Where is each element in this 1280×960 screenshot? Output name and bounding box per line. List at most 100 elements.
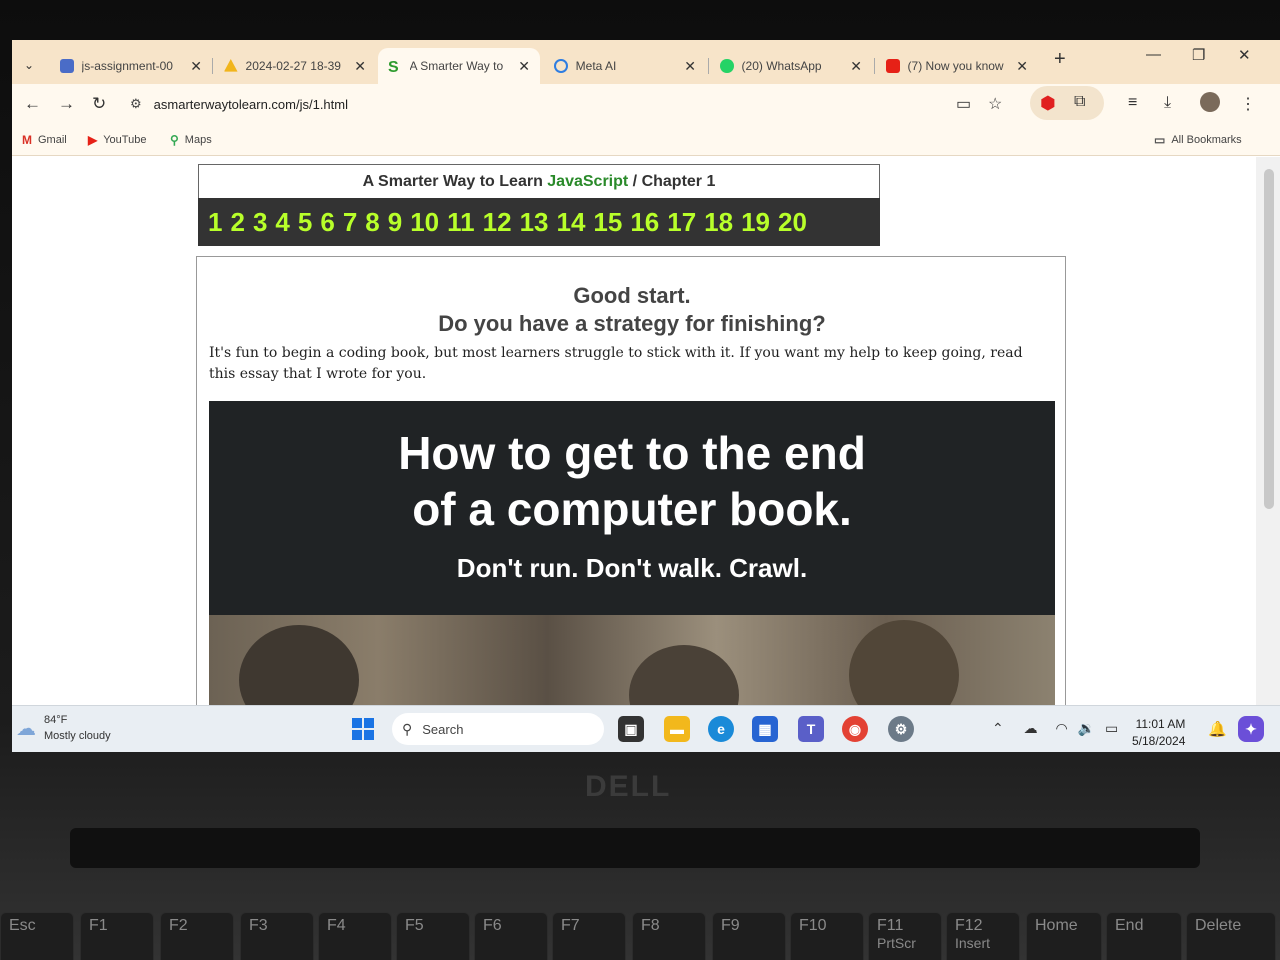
book-title-js: JavaScript xyxy=(547,173,629,190)
banner-subtitle: Don't run. Don't walk. Crawl. xyxy=(456,553,808,583)
key-sublabel: Insert xyxy=(955,935,991,951)
key-f10: F10 xyxy=(790,912,864,960)
key-f11: F11 PrtScr xyxy=(868,912,942,960)
system-tray[interactable]: ⌃ ☁ ◠ 🔉 ▭ xyxy=(992,720,1118,737)
new-tab-button[interactable]: + xyxy=(1054,48,1066,71)
chapter-link[interactable]: 9 xyxy=(388,207,402,238)
chapter-link[interactable]: 15 xyxy=(593,207,622,238)
chapter-link[interactable]: 5 xyxy=(298,207,312,238)
dell-logo: DELL xyxy=(585,770,672,803)
chapter-link[interactable]: 13 xyxy=(520,207,549,238)
close-icon[interactable]: ✕ xyxy=(684,58,696,75)
laptop-photo: ⌄ js-assignment-00 ✕ 2024-02-27 18-39 ✕ … xyxy=(0,0,1280,960)
store-icon[interactable]: ▦ xyxy=(752,716,778,742)
chapter-link[interactable]: 12 xyxy=(483,207,512,238)
onedrive-icon[interactable]: ☁ xyxy=(1024,720,1038,736)
tab-meta-ai[interactable]: Meta AI ✕ xyxy=(544,48,706,84)
volume-icon[interactable]: 🔉 xyxy=(1078,720,1095,736)
tab-js-assignment[interactable]: js-assignment-00 ✕ xyxy=(50,48,212,84)
chapter-link[interactable]: 10 xyxy=(410,207,439,238)
chapter-link[interactable]: 6 xyxy=(320,207,334,238)
back-button[interactable]: ← xyxy=(24,94,41,114)
bookmark-youtube[interactable]: ▶ YouTube xyxy=(88,133,146,147)
close-icon[interactable]: ✕ xyxy=(190,58,202,75)
extensions-puzzle-icon[interactable]: ⧉ xyxy=(1074,93,1085,111)
chapter-link[interactable]: 3 xyxy=(253,207,267,238)
taskbar-search[interactable]: ⚲ Search xyxy=(392,713,604,745)
teams-icon[interactable]: T xyxy=(798,716,824,742)
key-sublabel: PrtScr xyxy=(877,935,916,951)
chapter-link[interactable]: 1 xyxy=(208,207,222,238)
ublock-icon[interactable]: ⬢ xyxy=(1040,93,1056,114)
chapter-link[interactable]: 16 xyxy=(630,207,659,238)
menu-kebab-icon[interactable]: ⋮ xyxy=(1240,94,1256,114)
bookmark-star-icon[interactable]: ☆ xyxy=(988,94,1002,114)
chapter-link[interactable]: 19 xyxy=(741,207,770,238)
cast-blocked-icon[interactable]: ▭ xyxy=(956,94,971,114)
scroll-thumb[interactable] xyxy=(1264,169,1274,509)
close-window-button[interactable]: ✕ xyxy=(1238,46,1251,64)
restore-button[interactable]: ❐ xyxy=(1192,46,1205,64)
copilot-icon[interactable]: ✦ xyxy=(1238,716,1264,742)
key-label: F11 xyxy=(877,917,904,934)
key-f2: F2 xyxy=(160,912,234,960)
file-explorer-icon[interactable]: ▬ xyxy=(664,716,690,742)
chapter-link[interactable]: 14 xyxy=(556,207,585,238)
close-icon[interactable]: ✕ xyxy=(1016,58,1028,75)
task-view-icon[interactable]: ▣ xyxy=(618,716,644,742)
address-bar[interactable]: ⚙ asmarterwaytolearn.com/js/1.html xyxy=(122,89,1052,119)
chapter-link[interactable]: 18 xyxy=(704,207,733,238)
chevron-up-icon[interactable]: ⌃ xyxy=(992,720,1004,736)
media-queue-icon[interactable]: ≡ xyxy=(1128,94,1137,112)
url-text[interactable]: asmarterwaytolearn.com/js/1.html xyxy=(154,97,348,112)
close-icon[interactable]: ✕ xyxy=(354,58,366,75)
site-info-icon[interactable]: ⚙ xyxy=(130,96,142,112)
battery-icon[interactable]: ▭ xyxy=(1105,720,1118,736)
close-icon[interactable]: ✕ xyxy=(850,58,862,75)
forward-button[interactable]: → xyxy=(58,94,75,114)
chapter-link[interactable]: 17 xyxy=(667,207,696,238)
key-f4: F4 xyxy=(318,912,392,960)
notification-bell-icon[interactable]: 🔔 xyxy=(1208,720,1227,738)
start-button[interactable] xyxy=(352,718,374,740)
page-scrollbar[interactable] xyxy=(1256,157,1280,705)
minimize-button[interactable]: — xyxy=(1146,46,1161,63)
weather-widget[interactable]: ☁ 84°F Mostly cloudy xyxy=(16,712,111,744)
chapter-link[interactable]: 2 xyxy=(230,207,244,238)
whatsapp-icon xyxy=(720,59,734,73)
chrome-icon[interactable]: ◉ xyxy=(842,716,868,742)
clock-date: 5/18/2024 xyxy=(1132,734,1186,748)
reload-button[interactable]: ↻ xyxy=(92,94,106,114)
chapter-link[interactable]: 7 xyxy=(343,207,357,238)
chapter-link[interactable]: 8 xyxy=(365,207,379,238)
key-f9: F9 xyxy=(712,912,786,960)
bookmark-maps[interactable]: ⚲ Maps xyxy=(170,133,212,147)
tab-drive-video[interactable]: 2024-02-27 18-39 ✕ xyxy=(214,48,376,84)
download-icon[interactable]: ⤓ xyxy=(1164,94,1171,112)
edge-icon[interactable]: e xyxy=(708,716,734,742)
key-label: F2 xyxy=(169,917,188,934)
close-icon[interactable]: ✕ xyxy=(518,58,530,75)
tab-smarter-way[interactable]: S A Smarter Way to ✕ xyxy=(378,48,540,84)
chapter-link[interactable]: 4 xyxy=(275,207,289,238)
tab-youtube[interactable]: (7) Now you know ✕ xyxy=(876,48,1038,84)
smarter-way-s-icon: S xyxy=(388,59,399,76)
drive-icon xyxy=(224,59,238,72)
book-title: A Smarter Way to Learn xyxy=(362,173,548,190)
chapter-link[interactable]: 11 xyxy=(447,207,475,238)
wifi-icon[interactable]: ◠ xyxy=(1056,720,1068,736)
essay-banner[interactable]: How to get to the end of a computer book… xyxy=(209,401,1055,705)
settings-gear-icon[interactable]: ⚙ xyxy=(888,716,914,742)
all-bookmarks-button[interactable]: ▭ All Bookmarks xyxy=(1154,133,1242,147)
tab-bar: ⌄ js-assignment-00 ✕ 2024-02-27 18-39 ✕ … xyxy=(12,40,1280,84)
tab-search-chevron-icon[interactable]: ⌄ xyxy=(24,58,34,72)
key-f12: F12 Insert xyxy=(946,912,1020,960)
profile-avatar[interactable] xyxy=(1200,92,1220,112)
clock[interactable]: 11:01 AM 5/18/2024 xyxy=(1132,716,1185,750)
search-icon: ⚲ xyxy=(402,720,413,737)
bookmark-gmail[interactable]: M Gmail xyxy=(22,133,67,147)
tab-whatsapp[interactable]: (20) WhatsApp ✕ xyxy=(710,48,872,84)
maps-icon: ⚲ xyxy=(170,133,179,147)
chapter-link[interactable]: 20 xyxy=(778,207,807,238)
key-f3: F3 xyxy=(240,912,314,960)
